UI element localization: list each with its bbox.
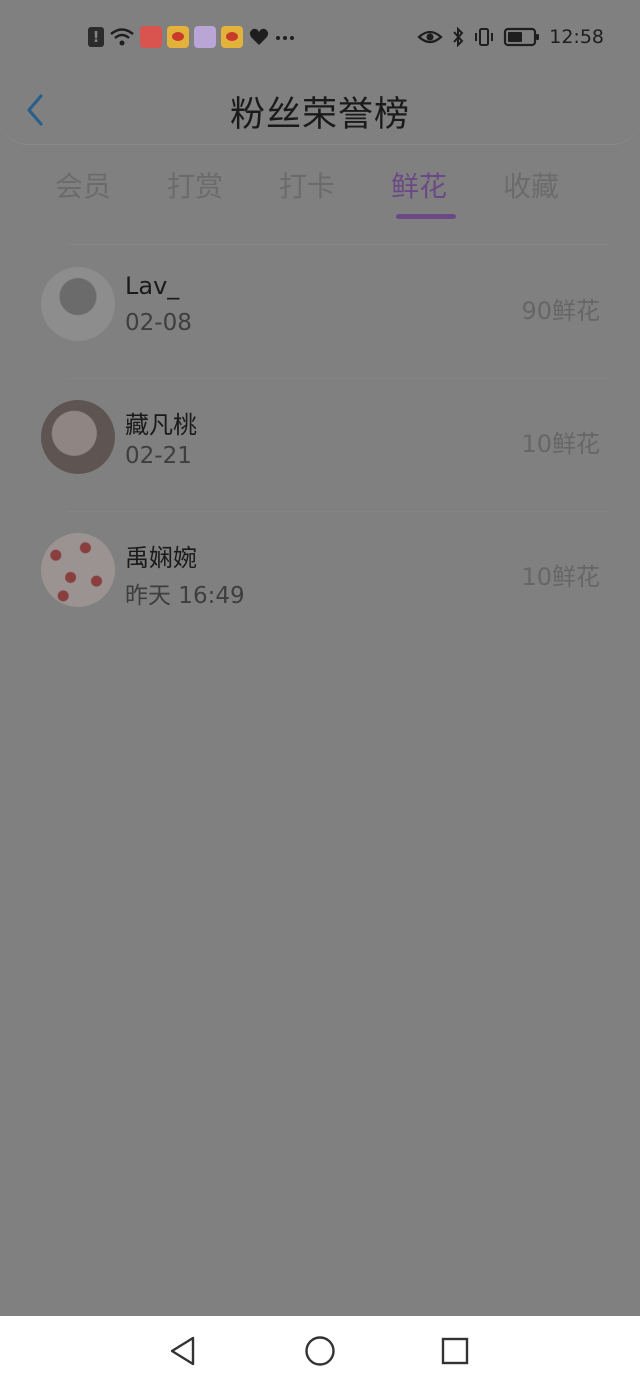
user-time: 02-21 (125, 443, 192, 469)
more-icon (276, 36, 294, 40)
page-header: 粉丝荣誉榜 (0, 72, 640, 145)
ranking-list: Lav_ 02-08 90鲜花 藏凡桃 02-21 10鲜花 禹娴婉 昨天 16… (0, 246, 640, 645)
status-left-icons: ! (88, 24, 295, 50)
user-name: 藏凡桃 (125, 411, 197, 439)
bluetooth-icon (453, 26, 464, 48)
tab-flowers[interactable]: 鲜花 (374, 162, 464, 219)
tab-members[interactable]: 会员 (38, 162, 128, 212)
battery-icon (504, 27, 540, 47)
vibrate-icon (475, 28, 494, 46)
tab-bar: 会员 打赏 打卡 鲜花 收藏 (38, 162, 602, 226)
weibo-icon (221, 26, 243, 48)
status-bar: ! 12:58 (0, 0, 640, 72)
cat-app-icon (194, 26, 216, 48)
heart-app-icon (249, 28, 269, 45)
flower-count: 90鲜花 (521, 297, 600, 325)
system-nav-bar (0, 1316, 640, 1387)
list-item[interactable]: 禹娴婉 昨天 16:49 10鲜花 (0, 512, 640, 645)
flower-count: 10鲜花 (521, 563, 600, 591)
weibo-icon (167, 26, 189, 48)
flower-count: 10鲜花 (521, 430, 600, 458)
tab-favorites[interactable]: 收藏 (486, 162, 576, 212)
tab-checkin[interactable]: 打卡 (262, 162, 352, 212)
page-title: 粉丝荣誉榜 (229, 95, 410, 135)
tab-flowers-label: 鲜花 (390, 170, 447, 203)
list-item[interactable]: Lav_ 02-08 90鲜花 (0, 246, 640, 379)
user-name: 禹娴婉 (125, 544, 197, 572)
status-right-icons: 12:58 (417, 24, 604, 50)
home-circle-icon[interactable] (303, 1334, 337, 1368)
avatar[interactable] (41, 400, 115, 474)
user-name: Lav_ (125, 272, 180, 300)
active-tab-indicator (396, 214, 456, 219)
wifi-icon (110, 28, 134, 46)
alert-icon: ! (88, 27, 104, 47)
avatar[interactable] (41, 267, 115, 341)
tabs-divider (68, 244, 608, 245)
tab-rewards[interactable]: 打赏 (150, 162, 240, 212)
recents-square-icon[interactable] (438, 1334, 472, 1368)
back-triangle-icon[interactable] (166, 1334, 200, 1368)
eye-icon (417, 30, 443, 44)
user-time: 02-08 (125, 310, 192, 336)
list-item[interactable]: 藏凡桃 02-21 10鲜花 (0, 379, 640, 512)
user-time: 昨天 16:49 (125, 583, 245, 609)
status-clock: 12:58 (549, 26, 604, 48)
avatar[interactable] (41, 533, 115, 607)
app-store-icon (140, 26, 162, 48)
